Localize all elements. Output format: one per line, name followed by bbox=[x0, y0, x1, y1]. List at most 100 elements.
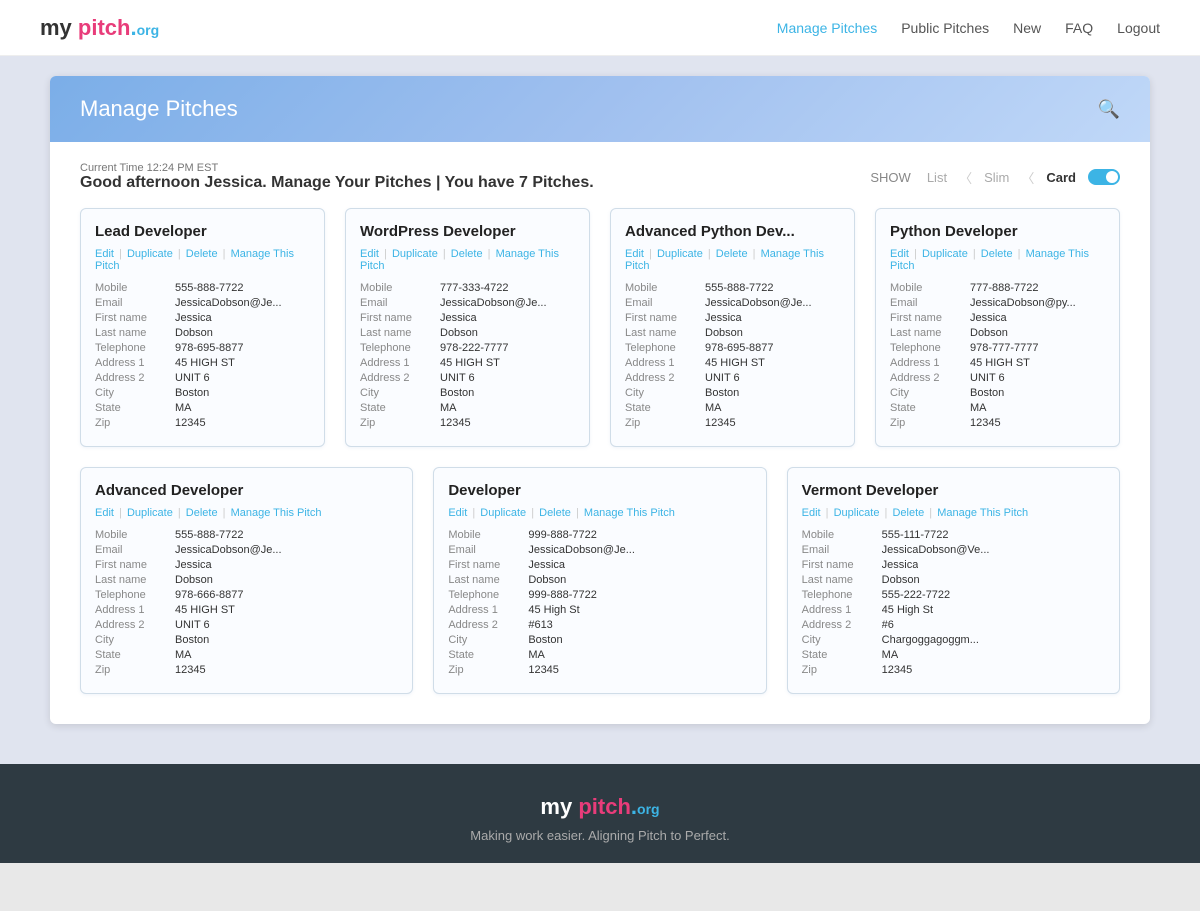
action-separator: | bbox=[175, 507, 184, 519]
separator-2: 〈 bbox=[1021, 168, 1034, 187]
pitch-field-row: CityBoston bbox=[95, 634, 398, 646]
pitch-card-title: Advanced Python Dev... bbox=[625, 223, 840, 240]
pitch-field-row: Last nameDobson bbox=[360, 327, 575, 339]
nav-public-pitches[interactable]: Public Pitches bbox=[901, 20, 989, 36]
pitch-fields: Mobile777-888-7722EmailJessicaDobson@py.… bbox=[890, 282, 1105, 429]
pitch-card: Lead DeveloperEdit | Duplicate | Delete … bbox=[80, 208, 325, 447]
pitch-action-manage-this-pitch[interactable]: Manage This Pitch bbox=[937, 507, 1028, 519]
field-value: 999-888-7722 bbox=[528, 589, 597, 601]
pitch-action-delete[interactable]: Delete bbox=[539, 507, 571, 519]
field-value: JessicaDobson@Ve... bbox=[882, 544, 990, 556]
content-area: Current Time 12:24 PM EST Good afternoon… bbox=[50, 142, 1150, 724]
field-value: 45 HIGH ST bbox=[440, 357, 500, 369]
pitch-action-edit[interactable]: Edit bbox=[625, 248, 644, 260]
pitch-action-edit[interactable]: Edit bbox=[95, 248, 114, 260]
pitch-action-duplicate[interactable]: Duplicate bbox=[922, 248, 968, 260]
action-separator: | bbox=[528, 507, 537, 519]
field-value: 12345 bbox=[175, 417, 206, 429]
field-label: Mobile bbox=[890, 282, 970, 294]
field-label: Zip bbox=[360, 417, 440, 429]
pitch-action-duplicate[interactable]: Duplicate bbox=[657, 248, 703, 260]
field-label: City bbox=[890, 387, 970, 399]
field-value: UNIT 6 bbox=[705, 372, 740, 384]
pitch-field-row: Address 145 High St bbox=[802, 604, 1105, 616]
pitch-card: Python DeveloperEdit | Duplicate | Delet… bbox=[875, 208, 1120, 447]
pitch-action-delete[interactable]: Delete bbox=[892, 507, 924, 519]
pitch-fields: Mobile777-333-4722EmailJessicaDobson@Je.… bbox=[360, 282, 575, 429]
pitch-action-edit[interactable]: Edit bbox=[802, 507, 821, 519]
action-separator: | bbox=[823, 507, 832, 519]
pitch-field-row: CityChargoggagoggm... bbox=[802, 634, 1105, 646]
field-value: Dobson bbox=[970, 327, 1008, 339]
field-label: First name bbox=[802, 559, 882, 571]
pitch-field-row: Mobile555-888-7722 bbox=[625, 282, 840, 294]
field-value: 12345 bbox=[970, 417, 1001, 429]
field-label: Email bbox=[802, 544, 882, 556]
page-header: Manage Pitches 🔍 bbox=[50, 76, 1150, 142]
pitch-card-title: Lead Developer bbox=[95, 223, 310, 240]
pitch-action-delete[interactable]: Delete bbox=[981, 248, 1013, 260]
slim-view-button[interactable]: Slim bbox=[980, 168, 1013, 187]
field-value: 999-888-7722 bbox=[528, 529, 597, 541]
pitch-action-duplicate[interactable]: Duplicate bbox=[480, 507, 526, 519]
pitch-field-row: Mobile555-111-7722 bbox=[802, 529, 1105, 541]
field-label: Last name bbox=[890, 327, 970, 339]
field-label: Zip bbox=[95, 417, 175, 429]
pitch-card-title: Developer bbox=[448, 482, 751, 499]
pitch-action-duplicate[interactable]: Duplicate bbox=[127, 507, 173, 519]
pitch-action-manage-this-pitch[interactable]: Manage This Pitch bbox=[584, 507, 675, 519]
field-label: State bbox=[95, 402, 175, 414]
field-value: JessicaDobson@py... bbox=[970, 297, 1076, 309]
pitch-field-row: Address 145 HIGH ST bbox=[95, 604, 398, 616]
pitch-field-row: StateMA bbox=[95, 649, 398, 661]
pitch-action-duplicate[interactable]: Duplicate bbox=[392, 248, 438, 260]
field-value: UNIT 6 bbox=[970, 372, 1005, 384]
card-view-button[interactable]: Card bbox=[1042, 168, 1080, 187]
pitch-action-edit[interactable]: Edit bbox=[890, 248, 909, 260]
field-value: Boston bbox=[528, 634, 562, 646]
action-separator: | bbox=[381, 248, 390, 260]
pitch-action-edit[interactable]: Edit bbox=[448, 507, 467, 519]
field-label: Address 2 bbox=[625, 372, 705, 384]
pitch-field-row: Mobile555-888-7722 bbox=[95, 529, 398, 541]
pitch-field-row: EmailJessicaDobson@Ve... bbox=[802, 544, 1105, 556]
footer-logo-pitch: pitch bbox=[578, 794, 631, 819]
action-separator: | bbox=[911, 248, 920, 260]
footer-logo-my: my bbox=[540, 794, 578, 819]
nav-manage-pitches[interactable]: Manage Pitches bbox=[777, 20, 877, 36]
nav-logout[interactable]: Logout bbox=[1117, 20, 1160, 36]
list-view-button[interactable]: List bbox=[923, 168, 951, 187]
pitch-action-manage-this-pitch[interactable]: Manage This Pitch bbox=[231, 507, 322, 519]
field-value: Boston bbox=[175, 387, 209, 399]
action-separator: | bbox=[485, 248, 494, 260]
field-label: Zip bbox=[448, 664, 528, 676]
action-separator: | bbox=[116, 248, 125, 260]
pitch-action-delete[interactable]: Delete bbox=[186, 248, 218, 260]
pitch-card-actions: Edit | Duplicate | Delete | Manage This … bbox=[625, 248, 840, 272]
field-value: JessicaDobson@Je... bbox=[705, 297, 812, 309]
nav-faq[interactable]: FAQ bbox=[1065, 20, 1093, 36]
page-background: Manage Pitches 🔍 Current Time 12:24 PM E… bbox=[0, 56, 1200, 764]
pitch-action-duplicate[interactable]: Duplicate bbox=[834, 507, 880, 519]
search-icon[interactable]: 🔍 bbox=[1098, 99, 1120, 120]
field-value: 45 HIGH ST bbox=[175, 357, 235, 369]
field-label: State bbox=[890, 402, 970, 414]
field-value: 12345 bbox=[175, 664, 206, 676]
pitch-action-delete[interactable]: Delete bbox=[451, 248, 483, 260]
card-view-toggle[interactable] bbox=[1088, 169, 1120, 185]
pitch-action-edit[interactable]: Edit bbox=[360, 248, 379, 260]
pitch-field-row: First nameJessica bbox=[448, 559, 751, 571]
nav-new[interactable]: New bbox=[1013, 20, 1041, 36]
pitch-action-edit[interactable]: Edit bbox=[95, 507, 114, 519]
action-separator: | bbox=[220, 248, 229, 260]
pitch-field-row: Telephone978-222-7777 bbox=[360, 342, 575, 354]
action-separator: | bbox=[116, 507, 125, 519]
field-label: First name bbox=[95, 312, 175, 324]
greeting: Good afternoon Jessica. Manage Your Pitc… bbox=[80, 174, 594, 192]
pitch-action-delete[interactable]: Delete bbox=[186, 507, 218, 519]
pitch-card: Vermont DeveloperEdit | Duplicate | Dele… bbox=[787, 467, 1120, 694]
pitch-card: DeveloperEdit | Duplicate | Delete | Man… bbox=[433, 467, 766, 694]
pitch-action-delete[interactable]: Delete bbox=[716, 248, 748, 260]
field-label: Telephone bbox=[625, 342, 705, 354]
pitch-action-duplicate[interactable]: Duplicate bbox=[127, 248, 173, 260]
